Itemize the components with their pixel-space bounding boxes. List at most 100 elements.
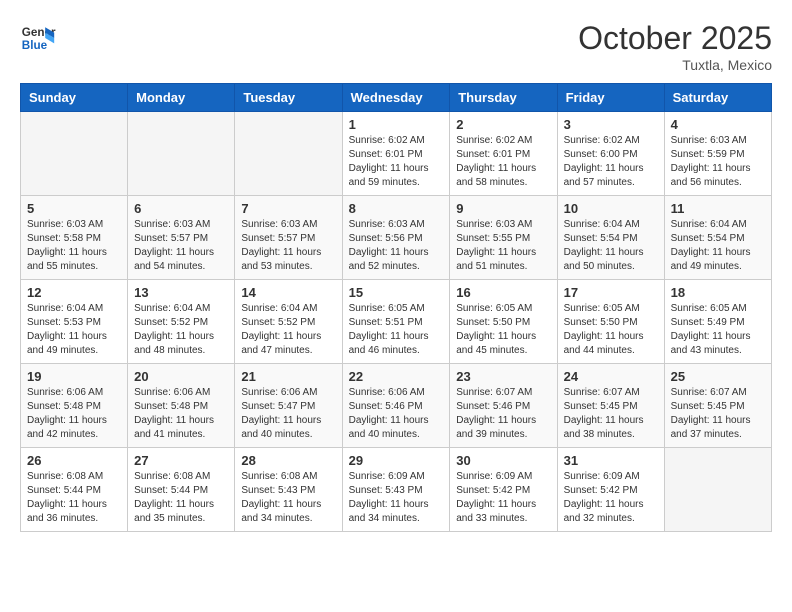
calendar-cell [235, 112, 342, 196]
day-info: Sunrise: 6:09 AM Sunset: 5:43 PM Dayligh… [349, 470, 444, 526]
calendar-cell: 8 Sunrise: 6:03 AM Sunset: 5:56 PM Daylig… [342, 196, 450, 280]
week-row-3: 12 Sunrise: 6:04 AM Sunset: 5:53 PM Dayli… [21, 280, 772, 364]
day-info: Sunrise: 6:04 AM Sunset: 5:54 PM Dayligh… [671, 218, 765, 274]
day-info: Sunrise: 6:07 AM Sunset: 5:45 PM Dayligh… [671, 386, 765, 442]
day-info: Sunrise: 6:03 AM Sunset: 5:57 PM Dayligh… [134, 218, 228, 274]
calendar-cell: 10 Sunrise: 6:04 AM Sunset: 5:54 PM Dayli… [557, 196, 664, 280]
day-number: 10 [564, 201, 658, 216]
calendar-cell: 9 Sunrise: 6:03 AM Sunset: 5:55 PM Daylig… [450, 196, 557, 280]
calendar-cell: 11 Sunrise: 6:04 AM Sunset: 5:54 PM Dayli… [664, 196, 771, 280]
calendar-cell: 4Sunrise: 6:03 AM Sunset: 5:59 PM Daylig… [664, 112, 771, 196]
day-info: Sunrise: 6:05 AM Sunset: 5:49 PM Dayligh… [671, 302, 765, 358]
calendar-cell: 23 Sunrise: 6:07 AM Sunset: 5:46 PM Dayli… [450, 364, 557, 448]
day-info: Sunrise: 6:06 AM Sunset: 5:48 PM Dayligh… [27, 386, 121, 442]
day-info: Sunrise: 6:06 AM Sunset: 5:48 PM Dayligh… [134, 386, 228, 442]
day-info: Sunrise: 6:04 AM Sunset: 5:52 PM Dayligh… [134, 302, 228, 358]
day-info: Sunrise: 6:04 AM Sunset: 5:54 PM Dayligh… [564, 218, 658, 274]
day-info: Sunrise: 6:07 AM Sunset: 5:46 PM Dayligh… [456, 386, 550, 442]
day-number: 19 [27, 369, 121, 384]
calendar-cell: 3Sunrise: 6:02 AM Sunset: 6:00 PM Daylig… [557, 112, 664, 196]
day-number: 14 [241, 285, 335, 300]
month-title: October 2025 [578, 20, 772, 57]
day-number: 31 [564, 453, 658, 468]
day-number: 24 [564, 369, 658, 384]
day-number: 17 [564, 285, 658, 300]
calendar-cell: 2Sunrise: 6:02 AM Sunset: 6:01 PM Daylig… [450, 112, 557, 196]
day-number: 11 [671, 201, 765, 216]
day-number: 28 [241, 453, 335, 468]
title-block: October 2025 Tuxtla, Mexico [578, 20, 772, 73]
calendar-cell: 19 Sunrise: 6:06 AM Sunset: 5:48 PM Dayli… [21, 364, 128, 448]
calendar-cell: 25 Sunrise: 6:07 AM Sunset: 5:45 PM Dayli… [664, 364, 771, 448]
week-row-4: 19 Sunrise: 6:06 AM Sunset: 5:48 PM Dayli… [21, 364, 772, 448]
calendar-cell: 15 Sunrise: 6:05 AM Sunset: 5:51 PM Dayli… [342, 280, 450, 364]
calendar-cell: 13Sunrise: 6:04 AM Sunset: 5:52 PM Dayli… [128, 280, 235, 364]
day-info: Sunrise: 6:08 AM Sunset: 5:44 PM Dayligh… [27, 470, 121, 526]
day-info: Sunrise: 6:03 AM Sunset: 5:55 PM Dayligh… [456, 218, 550, 274]
weekday-header-row: SundayMondayTuesdayWednesdayThursdayFrid… [21, 84, 772, 112]
day-number: 6 [134, 201, 228, 216]
day-number: 26 [27, 453, 121, 468]
calendar-cell: 31 Sunrise: 6:09 AM Sunset: 5:42 PM Dayli… [557, 448, 664, 532]
day-info: Sunrise: 6:02 AM Sunset: 6:01 PM Dayligh… [349, 134, 444, 190]
calendar-cell [664, 448, 771, 532]
weekday-header-wednesday: Wednesday [342, 84, 450, 112]
weekday-header-friday: Friday [557, 84, 664, 112]
day-info: Sunrise: 6:03 AM Sunset: 5:59 PM Dayligh… [671, 134, 765, 190]
day-info: Sunrise: 6:05 AM Sunset: 5:50 PM Dayligh… [456, 302, 550, 358]
day-info: Sunrise: 6:03 AM Sunset: 5:58 PM Dayligh… [27, 218, 121, 274]
calendar-cell: 7Sunrise: 6:03 AM Sunset: 5:57 PM Daylig… [235, 196, 342, 280]
day-info: Sunrise: 6:04 AM Sunset: 5:53 PM Dayligh… [27, 302, 121, 358]
day-number: 16 [456, 285, 550, 300]
day-info: Sunrise: 6:06 AM Sunset: 5:46 PM Dayligh… [349, 386, 444, 442]
day-number: 25 [671, 369, 765, 384]
day-number: 29 [349, 453, 444, 468]
day-info: Sunrise: 6:07 AM Sunset: 5:45 PM Dayligh… [564, 386, 658, 442]
weekday-header-saturday: Saturday [664, 84, 771, 112]
svg-text:Blue: Blue [22, 39, 48, 52]
calendar-cell: 22 Sunrise: 6:06 AM Sunset: 5:46 PM Dayli… [342, 364, 450, 448]
day-info: Sunrise: 6:05 AM Sunset: 5:51 PM Dayligh… [349, 302, 444, 358]
calendar-cell: 28Sunrise: 6:08 AM Sunset: 5:43 PM Dayli… [235, 448, 342, 532]
week-row-5: 26 Sunrise: 6:08 AM Sunset: 5:44 PM Dayli… [21, 448, 772, 532]
day-info: Sunrise: 6:04 AM Sunset: 5:52 PM Dayligh… [241, 302, 335, 358]
calendar-cell: 30Sunrise: 6:09 AM Sunset: 5:42 PM Dayli… [450, 448, 557, 532]
day-number: 5 [27, 201, 121, 216]
calendar-cell: 12 Sunrise: 6:04 AM Sunset: 5:53 PM Dayli… [21, 280, 128, 364]
page-header: General Blue October 2025 Tuxtla, Mexico [20, 20, 772, 73]
calendar-cell [128, 112, 235, 196]
day-number: 21 [241, 369, 335, 384]
day-number: 20 [134, 369, 228, 384]
day-info: Sunrise: 6:02 AM Sunset: 6:00 PM Dayligh… [564, 134, 658, 190]
calendar-cell: 26 Sunrise: 6:08 AM Sunset: 5:44 PM Dayli… [21, 448, 128, 532]
day-number: 15 [349, 285, 444, 300]
logo-icon: General Blue [20, 20, 56, 56]
calendar-cell: 16 Sunrise: 6:05 AM Sunset: 5:50 PM Dayli… [450, 280, 557, 364]
day-info: Sunrise: 6:03 AM Sunset: 5:56 PM Dayligh… [349, 218, 444, 274]
day-number: 23 [456, 369, 550, 384]
calendar-cell: 29 Sunrise: 6:09 AM Sunset: 5:43 PM Dayli… [342, 448, 450, 532]
day-info: Sunrise: 6:09 AM Sunset: 5:42 PM Dayligh… [564, 470, 658, 526]
day-number: 8 [349, 201, 444, 216]
week-row-2: 5 Sunrise: 6:03 AM Sunset: 5:58 PM Daylig… [21, 196, 772, 280]
day-number: 7 [241, 201, 335, 216]
weekday-header-tuesday: Tuesday [235, 84, 342, 112]
calendar-cell: 1 Sunrise: 6:02 AM Sunset: 6:01 PM Daylig… [342, 112, 450, 196]
calendar-cell: 6 Sunrise: 6:03 AM Sunset: 5:57 PM Daylig… [128, 196, 235, 280]
day-info: Sunrise: 6:02 AM Sunset: 6:01 PM Dayligh… [456, 134, 550, 190]
day-info: Sunrise: 6:08 AM Sunset: 5:44 PM Dayligh… [134, 470, 228, 526]
calendar-cell: 21Sunrise: 6:06 AM Sunset: 5:47 PM Dayli… [235, 364, 342, 448]
calendar-cell: 24 Sunrise: 6:07 AM Sunset: 5:45 PM Dayli… [557, 364, 664, 448]
logo: General Blue [20, 20, 60, 56]
day-number: 9 [456, 201, 550, 216]
day-info: Sunrise: 6:09 AM Sunset: 5:42 PM Dayligh… [456, 470, 550, 526]
calendar-cell: 20 Sunrise: 6:06 AM Sunset: 5:48 PM Dayli… [128, 364, 235, 448]
calendar-cell: 17Sunrise: 6:05 AM Sunset: 5:50 PM Dayli… [557, 280, 664, 364]
weekday-header-monday: Monday [128, 84, 235, 112]
day-number: 22 [349, 369, 444, 384]
location-title: Tuxtla, Mexico [578, 57, 772, 73]
calendar-cell [21, 112, 128, 196]
week-row-1: 1 Sunrise: 6:02 AM Sunset: 6:01 PM Daylig… [21, 112, 772, 196]
day-number: 12 [27, 285, 121, 300]
day-number: 1 [349, 117, 444, 132]
